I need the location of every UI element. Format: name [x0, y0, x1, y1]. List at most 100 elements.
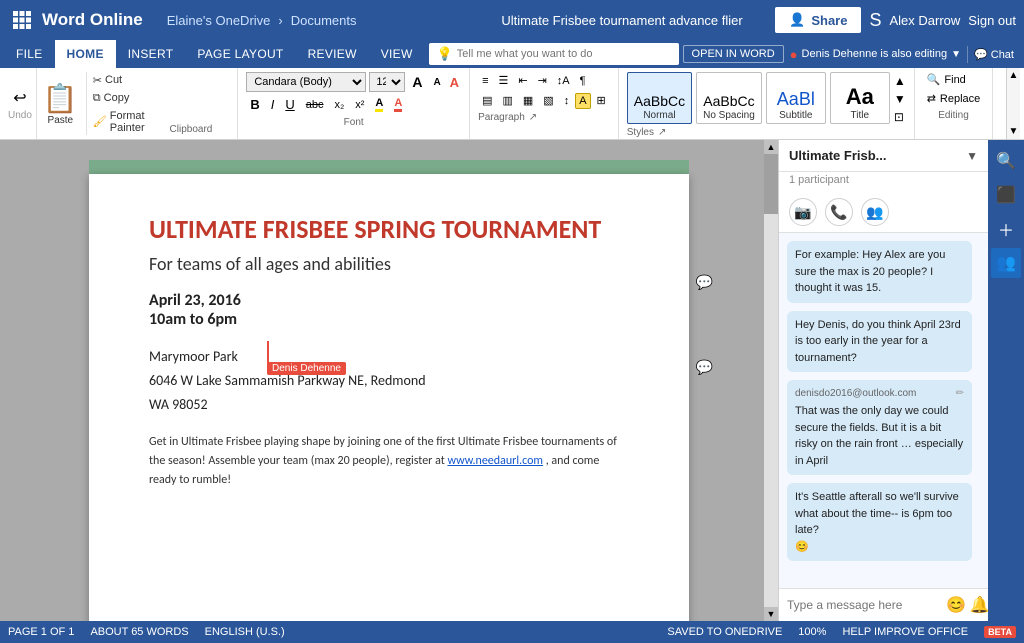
- document-date[interactable]: April 23, 2016: [149, 291, 629, 310]
- document-link[interactable]: www.needaurl.com: [447, 454, 543, 468]
- align-left-button[interactable]: ▤: [478, 92, 496, 109]
- cut-button[interactable]: ✂ Cut: [91, 73, 147, 88]
- scrollbar-track[interactable]: ▲ ▼: [764, 140, 778, 621]
- scroll-thumb[interactable]: [764, 154, 778, 214]
- increase-indent-button[interactable]: ⇥: [534, 72, 551, 89]
- document-time[interactable]: 10am to 6pm: [149, 310, 629, 329]
- sort-button[interactable]: ↕A: [553, 73, 574, 89]
- scroll-up-button[interactable]: ▲: [764, 140, 778, 154]
- font-color-button[interactable]: A: [390, 95, 406, 114]
- copy-button[interactable]: ⧉ Copy: [91, 91, 147, 106]
- sign-out-link[interactable]: Sign out: [968, 13, 1016, 28]
- border-button[interactable]: ⊞: [593, 92, 610, 109]
- scroll-down-button[interactable]: ▼: [764, 607, 778, 621]
- location-line-3[interactable]: WA 98052: [149, 393, 629, 417]
- find-button[interactable]: 🔍 Find: [923, 72, 985, 87]
- strikethrough-button[interactable]: abc: [302, 97, 328, 113]
- message-edit-icon[interactable]: ✏: [956, 386, 964, 401]
- tell-me-bar[interactable]: 💡: [429, 43, 679, 65]
- chat-button[interactable]: 💬 Chat: [967, 46, 1020, 63]
- tab-review[interactable]: REVIEW: [296, 40, 369, 68]
- subscript-button[interactable]: x₂: [330, 97, 348, 113]
- location-line-2[interactable]: 6046 W Lake Sammamish Parkway NE, Redmon…: [149, 369, 629, 393]
- style-heading1[interactable]: AaBl Subtitle: [766, 72, 826, 124]
- tab-view[interactable]: VIEW: [369, 40, 425, 68]
- highlight-button[interactable]: A: [371, 95, 387, 114]
- ribbon-scroll-up[interactable]: ▲: [1009, 70, 1019, 81]
- folder-link[interactable]: Documents: [291, 13, 357, 28]
- font-size-select[interactable]: 12: [369, 72, 405, 92]
- open-in-word-button[interactable]: OPEN IN WORD: [683, 45, 784, 63]
- format-painter-button[interactable]: 🖌 Format Painter: [91, 109, 147, 135]
- location-line-1[interactable]: Marymoor Park: [149, 345, 629, 369]
- sidebar-people-icon[interactable]: 👥: [991, 248, 1021, 278]
- style-normal[interactable]: AaBbCc Normal: [627, 72, 692, 124]
- align-center-button[interactable]: ▥: [498, 92, 516, 109]
- collaborator-notice[interactable]: ● Denis Dehenne is also editing ▼: [784, 45, 967, 64]
- chat-action-icons: 📷 📞 👥: [779, 192, 988, 233]
- waffle-icon[interactable]: [8, 6, 36, 34]
- sidebar-search-icon[interactable]: 🔍: [991, 146, 1021, 176]
- tab-home[interactable]: HOME: [55, 40, 116, 68]
- font-face-select[interactable]: Candara (Body): [246, 72, 366, 92]
- justify-button[interactable]: ▧: [539, 92, 557, 109]
- replace-button[interactable]: ⇄ Replace: [923, 91, 985, 106]
- bullet-list-button[interactable]: ≡: [478, 73, 492, 89]
- bold-button[interactable]: B: [246, 95, 263, 114]
- chat-people-icon[interactable]: 👥: [861, 198, 889, 226]
- styles-expand-icon[interactable]: ↗: [658, 127, 666, 138]
- sidebar-comments-icon[interactable]: ⬛: [991, 180, 1021, 210]
- share-button[interactable]: 👤 Share: [775, 7, 861, 33]
- tab-page-layout[interactable]: PAGE LAYOUT: [185, 40, 295, 68]
- undo-button[interactable]: ↩: [9, 86, 30, 110]
- document-heading[interactable]: ULTIMATE FRISBEE SPRING TOURNAMENT: [149, 214, 629, 245]
- styles-scroll-buttons[interactable]: ▲ ▼ ⊡: [894, 74, 906, 124]
- ribbon-scroll[interactable]: ▲ ▼: [1006, 68, 1020, 139]
- share-icon: 👤: [789, 12, 805, 28]
- skype-button[interactable]: S: [869, 10, 881, 31]
- decrease-font-button[interactable]: A: [429, 76, 444, 89]
- tell-me-input[interactable]: [457, 48, 671, 60]
- document-subtitle[interactable]: For teams of all ages and abilities: [149, 253, 629, 275]
- chat-video-icon[interactable]: 📷: [789, 198, 817, 226]
- shading-button[interactable]: A: [575, 93, 590, 109]
- increase-font-button[interactable]: A: [408, 73, 426, 91]
- document-area[interactable]: ▲ ▼ 💬 💬 Denis Dehenne ULTIMATE FRISBEE S…: [0, 140, 778, 621]
- show-formatting-button[interactable]: ¶: [576, 73, 590, 89]
- style-no-spacing[interactable]: AaBbCc No Spacing: [696, 72, 762, 124]
- notification-bell[interactable]: 🔔: [970, 595, 990, 615]
- underline-button[interactable]: U: [281, 95, 298, 114]
- align-right-button[interactable]: ▦: [519, 92, 537, 109]
- styles-expand[interactable]: ⊡: [894, 110, 906, 124]
- styles-scroll-up[interactable]: ▲: [894, 74, 906, 88]
- comment-bubble-1[interactable]: 💬: [696, 274, 713, 291]
- comment-bubble-2[interactable]: 💬: [696, 359, 713, 376]
- ribbon-scroll-down[interactable]: ▼: [1009, 126, 1019, 137]
- collaborator-cursor: Denis Dehenne: [267, 341, 346, 375]
- chat-phone-icon[interactable]: 📞: [825, 198, 853, 226]
- chat-chevron-icon[interactable]: ▼: [966, 149, 978, 163]
- zoom-level[interactable]: 100%: [798, 626, 826, 638]
- onedrive-link[interactable]: Elaine's OneDrive: [167, 13, 271, 28]
- italic-button[interactable]: I: [267, 95, 279, 114]
- tab-file[interactable]: FILE: [4, 40, 55, 68]
- user-name[interactable]: Alex Darrow: [890, 13, 961, 28]
- sidebar-add-icon[interactable]: ＋: [991, 214, 1021, 244]
- decrease-indent-button[interactable]: ⇤: [514, 72, 531, 89]
- font-color-highlight-button[interactable]: A: [448, 75, 461, 90]
- paragraph-expand-icon[interactable]: ↗: [529, 112, 537, 123]
- document-page[interactable]: 💬 💬 Denis Dehenne ULTIMATE FRISBEE SPRIN…: [89, 174, 689, 621]
- superscript-button[interactable]: x²: [351, 97, 368, 113]
- chat-participants: 1 participant: [779, 172, 988, 192]
- chat-input-field[interactable]: [787, 598, 942, 612]
- improve-office-link[interactable]: HELP IMPROVE OFFICE: [842, 626, 968, 638]
- style-title[interactable]: Aa Title: [830, 72, 890, 124]
- tab-insert[interactable]: INSERT: [116, 40, 186, 68]
- paste-button[interactable]: 📋 Paste: [43, 72, 87, 135]
- numbered-list-button[interactable]: ☰: [494, 72, 512, 89]
- line-spacing-button[interactable]: ↕: [560, 93, 574, 109]
- app-title: Word Online: [42, 10, 143, 30]
- document-body[interactable]: Get in Ultimate Frisbee playing shape by…: [149, 433, 629, 491]
- styles-scroll-down[interactable]: ▼: [894, 92, 906, 106]
- emoji-button[interactable]: 😊: [946, 595, 966, 615]
